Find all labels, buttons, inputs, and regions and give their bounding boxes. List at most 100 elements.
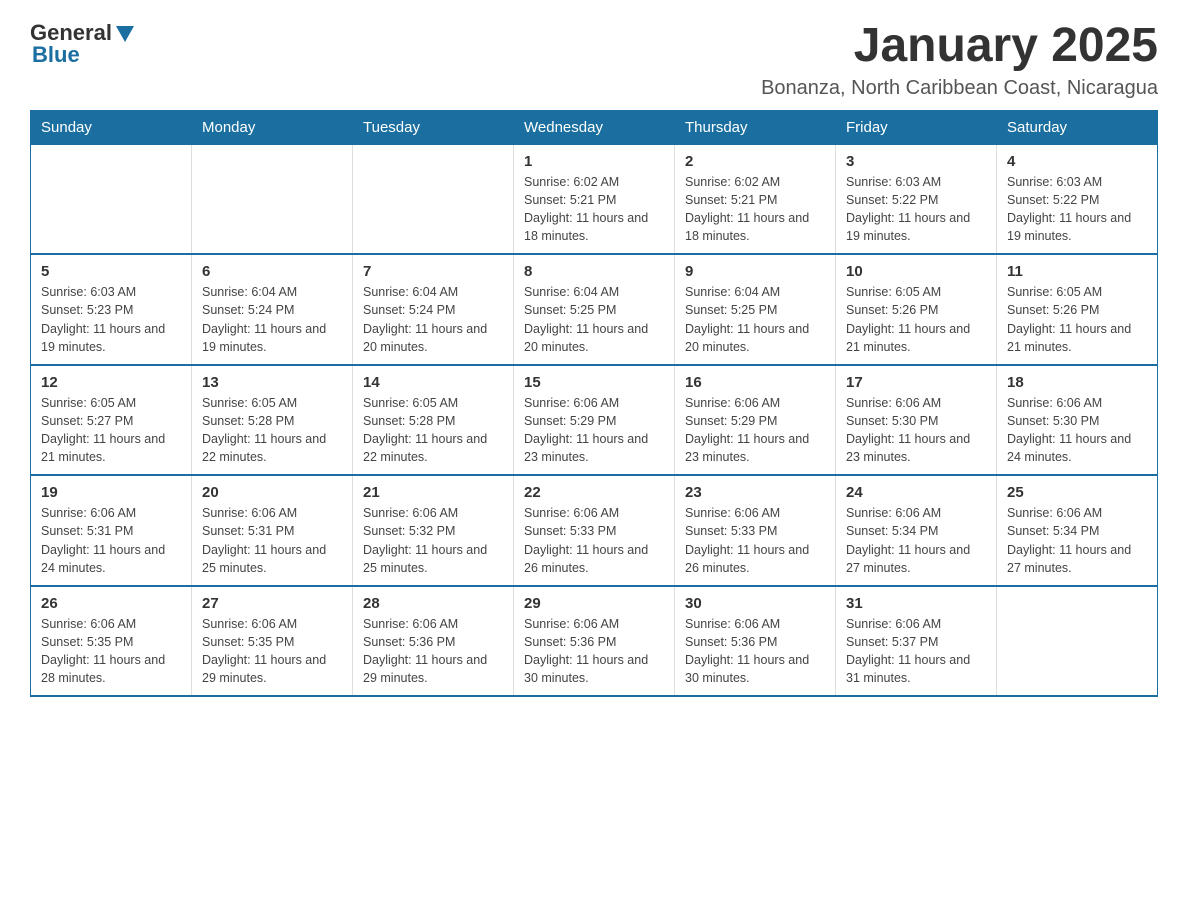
day-detail: Sunrise: 6:03 AM Sunset: 5:22 PM Dayligh… [846,175,970,243]
empty-cell [192,144,353,254]
day-detail: Sunrise: 6:06 AM Sunset: 5:33 PM Dayligh… [685,506,809,574]
day-cell-29: 29 Sunrise: 6:06 AM Sunset: 5:36 PM Dayli… [514,586,675,697]
day-cell-8: 8Sunrise: 6:04 AM Sunset: 5:25 PM Daylig… [514,254,675,365]
day-detail: Sunrise: 6:05 AM Sunset: 5:28 PM Dayligh… [363,396,487,464]
day-detail: Sunrise: 6:02 AM Sunset: 5:21 PM Dayligh… [685,175,809,243]
day-cell-25: 25Sunrise: 6:06 AM Sunset: 5:34 PM Dayli… [997,475,1158,586]
day-number: 11 [1007,263,1147,280]
month-title: January 2025 [761,20,1158,73]
day-detail: Sunrise: 6:06 AM Sunset: 5:33 PM Dayligh… [524,506,648,574]
day-cell-14: 14 Sunrise: 6:05 AM Sunset: 5:28 PM Dayli… [353,365,514,476]
day-detail: Sunrise: 6:06 AM Sunset: 5:35 PM Dayligh… [41,617,165,685]
day-detail: Sunrise: 6:06 AM Sunset: 5:36 PM Dayligh… [363,617,487,685]
day-number: 5 [41,263,181,280]
logo-blue: Blue [32,42,80,68]
day-detail: Sunrise: 6:06 AM Sunset: 5:32 PM Dayligh… [363,506,487,574]
day-detail: Sunrise: 6:05 AM Sunset: 5:28 PM Dayligh… [202,396,326,464]
day-number: 9 [685,263,825,280]
day-number: 16 [685,374,825,391]
day-number: 2 [685,153,825,170]
day-cell-1: 1Sunrise: 6:02 AM Sunset: 5:21 PM Daylig… [514,144,675,254]
day-cell-28: 28Sunrise: 6:06 AM Sunset: 5:36 PM Dayli… [353,586,514,697]
day-number: 8 [524,263,664,280]
day-detail: Sunrise: 6:02 AM Sunset: 5:21 PM Dayligh… [524,175,648,243]
day-number: 10 [846,263,986,280]
day-number: 24 [846,484,986,501]
day-detail: Sunrise: 6:06 AM Sunset: 5:29 PM Dayligh… [524,396,648,464]
week-row-1: 1Sunrise: 6:02 AM Sunset: 5:21 PM Daylig… [31,144,1158,254]
day-cell-4: 4 Sunrise: 6:03 AM Sunset: 5:22 PM Daylig… [997,144,1158,254]
day-number: 13 [202,374,342,391]
header-row: SundayMondayTuesdayWednesdayThursdayFrid… [31,110,1158,144]
empty-cell [997,586,1158,697]
header-cell-sunday: Sunday [31,110,192,144]
day-detail: Sunrise: 6:06 AM Sunset: 5:30 PM Dayligh… [1007,396,1131,464]
empty-cell [353,144,514,254]
day-cell-20: 20 Sunrise: 6:06 AM Sunset: 5:31 PM Dayli… [192,475,353,586]
day-number: 25 [1007,484,1147,501]
calendar-body: 1Sunrise: 6:02 AM Sunset: 5:21 PM Daylig… [31,144,1158,696]
day-cell-18: 18 Sunrise: 6:06 AM Sunset: 5:30 PM Dayli… [997,365,1158,476]
day-number: 20 [202,484,342,501]
day-cell-12: 12 Sunrise: 6:05 AM Sunset: 5:27 PM Dayli… [31,365,192,476]
day-detail: Sunrise: 6:06 AM Sunset: 5:36 PM Dayligh… [524,617,648,685]
day-cell-19: 19Sunrise: 6:06 AM Sunset: 5:31 PM Dayli… [31,475,192,586]
day-number: 14 [363,374,503,391]
page-header: General Blue January 2025 Bonanza, North… [30,20,1158,100]
day-detail: Sunrise: 6:06 AM Sunset: 5:31 PM Dayligh… [202,506,326,574]
day-cell-15: 15 Sunrise: 6:06 AM Sunset: 5:29 PM Dayli… [514,365,675,476]
day-cell-3: 3 Sunrise: 6:03 AM Sunset: 5:22 PM Daylig… [836,144,997,254]
calendar-table: SundayMondayTuesdayWednesdayThursdayFrid… [30,110,1158,698]
day-number: 12 [41,374,181,391]
day-detail: Sunrise: 6:06 AM Sunset: 5:34 PM Dayligh… [846,506,970,574]
day-detail: Sunrise: 6:04 AM Sunset: 5:24 PM Dayligh… [202,285,326,353]
day-cell-22: 22Sunrise: 6:06 AM Sunset: 5:33 PM Dayli… [514,475,675,586]
day-detail: Sunrise: 6:06 AM Sunset: 5:31 PM Dayligh… [41,506,165,574]
week-row-2: 5Sunrise: 6:03 AM Sunset: 5:23 PM Daylig… [31,254,1158,365]
day-cell-5: 5Sunrise: 6:03 AM Sunset: 5:23 PM Daylig… [31,254,192,365]
day-number: 30 [685,595,825,612]
day-detail: Sunrise: 6:04 AM Sunset: 5:24 PM Dayligh… [363,285,487,353]
title-section: January 2025 Bonanza, North Caribbean Co… [761,20,1158,100]
day-number: 17 [846,374,986,391]
day-cell-31: 31 Sunrise: 6:06 AM Sunset: 5:37 PM Dayli… [836,586,997,697]
logo-triangle-icon [114,24,136,44]
header-cell-wednesday: Wednesday [514,110,675,144]
day-number: 7 [363,263,503,280]
day-number: 23 [685,484,825,501]
day-detail: Sunrise: 6:05 AM Sunset: 5:26 PM Dayligh… [846,285,970,353]
header-cell-saturday: Saturday [997,110,1158,144]
day-detail: Sunrise: 6:06 AM Sunset: 5:29 PM Dayligh… [685,396,809,464]
day-number: 15 [524,374,664,391]
header-cell-tuesday: Tuesday [353,110,514,144]
day-number: 4 [1007,153,1147,170]
header-cell-monday: Monday [192,110,353,144]
day-detail: Sunrise: 6:06 AM Sunset: 5:37 PM Dayligh… [846,617,970,685]
week-row-3: 12 Sunrise: 6:05 AM Sunset: 5:27 PM Dayli… [31,365,1158,476]
day-number: 18 [1007,374,1147,391]
day-number: 29 [524,595,664,612]
day-cell-6: 6 Sunrise: 6:04 AM Sunset: 5:24 PM Daylig… [192,254,353,365]
day-cell-17: 17 Sunrise: 6:06 AM Sunset: 5:30 PM Dayli… [836,365,997,476]
week-row-5: 26 Sunrise: 6:06 AM Sunset: 5:35 PM Dayli… [31,586,1158,697]
day-cell-30: 30Sunrise: 6:06 AM Sunset: 5:36 PM Dayli… [675,586,836,697]
day-cell-9: 9Sunrise: 6:04 AM Sunset: 5:25 PM Daylig… [675,254,836,365]
empty-cell [31,144,192,254]
day-detail: Sunrise: 6:05 AM Sunset: 5:26 PM Dayligh… [1007,285,1131,353]
day-detail: Sunrise: 6:05 AM Sunset: 5:27 PM Dayligh… [41,396,165,464]
day-number: 27 [202,595,342,612]
day-cell-24: 24 Sunrise: 6:06 AM Sunset: 5:34 PM Dayli… [836,475,997,586]
day-number: 3 [846,153,986,170]
day-number: 6 [202,263,342,280]
location-subtitle: Bonanza, North Caribbean Coast, Nicaragu… [761,77,1158,100]
day-number: 26 [41,595,181,612]
day-cell-10: 10 Sunrise: 6:05 AM Sunset: 5:26 PM Dayli… [836,254,997,365]
day-cell-23: 23 Sunrise: 6:06 AM Sunset: 5:33 PM Dayli… [675,475,836,586]
calendar-header: SundayMondayTuesdayWednesdayThursdayFrid… [31,110,1158,144]
logo: General Blue [30,20,136,68]
day-detail: Sunrise: 6:06 AM Sunset: 5:30 PM Dayligh… [846,396,970,464]
day-number: 31 [846,595,986,612]
day-cell-21: 21Sunrise: 6:06 AM Sunset: 5:32 PM Dayli… [353,475,514,586]
day-detail: Sunrise: 6:03 AM Sunset: 5:22 PM Dayligh… [1007,175,1131,243]
week-row-4: 19Sunrise: 6:06 AM Sunset: 5:31 PM Dayli… [31,475,1158,586]
